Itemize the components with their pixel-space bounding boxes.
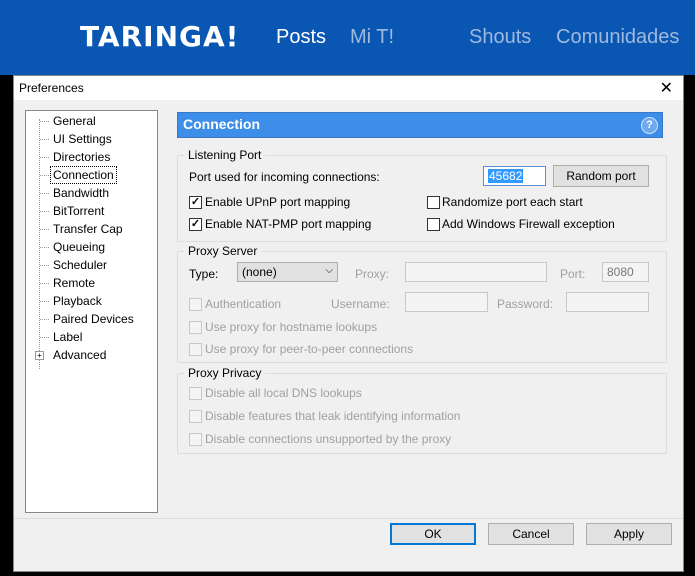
nav-comunidades[interactable]: Comunidades	[556, 26, 679, 49]
dialog-title: Preferences	[19, 81, 84, 95]
tree-item-paired-devices[interactable]: Paired Devices	[51, 311, 136, 327]
tree-item-transfer-cap[interactable]: Transfer Cap	[51, 221, 125, 237]
tree-item-queueing[interactable]: Queueing	[51, 239, 107, 255]
natpmp-label[interactable]: Enable NAT-PMP port mapping	[205, 217, 371, 231]
disable-leak-checkbox[interactable]	[189, 410, 202, 423]
proxy-privacy-group: Proxy Privacy Disable all local DNS look…	[177, 366, 667, 454]
preferences-tree: General UI Settings Directories Connecti…	[25, 110, 158, 513]
dialog-titlebar: Preferences ✕	[14, 76, 683, 100]
site-header: TARINGA! Posts Mi T! Shouts Comunidades	[0, 0, 695, 75]
username-label: Username:	[331, 297, 390, 311]
tree-item-advanced[interactable]: Advanced	[51, 347, 108, 363]
port-value: 45682	[488, 169, 524, 183]
tree-item-bandwidth[interactable]: Bandwidth	[51, 185, 111, 201]
authentication-checkbox[interactable]	[189, 298, 202, 311]
proxy-type-value: (none)	[242, 265, 277, 279]
panel-header: Connection ?	[177, 112, 663, 138]
listening-port-group: Listening Port Port used for incoming co…	[177, 148, 667, 242]
tree-item-ui-settings[interactable]: UI Settings	[51, 131, 114, 147]
upnp-label[interactable]: Enable UPnP port mapping	[205, 195, 350, 209]
tree-item-directories[interactable]: Directories	[51, 149, 112, 165]
firewall-checkbox[interactable]	[427, 218, 440, 231]
preferences-dialog: Preferences ✕ General UI Settings Direct…	[13, 75, 684, 572]
port-input[interactable]: 45682	[483, 166, 546, 186]
natpmp-checkbox[interactable]: ✓	[189, 218, 202, 231]
proxy-port-input[interactable]: 8080	[602, 262, 649, 282]
disable-leak-label[interactable]: Disable features that leak identifying i…	[205, 409, 460, 423]
randomize-checkbox[interactable]	[427, 196, 440, 209]
nav-shouts[interactable]: Shouts	[469, 26, 531, 49]
proxy-port-label: Port:	[560, 267, 586, 281]
disable-unsupported-checkbox[interactable]	[189, 433, 202, 446]
tree-item-playback[interactable]: Playback	[51, 293, 104, 309]
authentication-label[interactable]: Authentication	[205, 297, 281, 311]
site-logo[interactable]: TARINGA!	[80, 20, 239, 53]
nav-posts[interactable]: Posts	[276, 26, 326, 49]
disable-unsupported-label[interactable]: Disable connections unsupported by the p…	[205, 432, 451, 446]
tree-item-general[interactable]: General	[51, 113, 98, 129]
tree-item-bittorrent[interactable]: BitTorrent	[51, 203, 106, 219]
tree-item-remote[interactable]: Remote	[51, 275, 97, 291]
port-label: Port used for incoming connections:	[189, 170, 380, 184]
proxy-server-title: Proxy Server	[184, 244, 262, 258]
proxy-type-label: Type:	[189, 267, 219, 281]
chevron-down-icon: ⌵	[325, 265, 333, 276]
listening-port-title: Listening Port	[184, 148, 266, 162]
disable-dns-label[interactable]: Disable all local DNS lookups	[205, 386, 362, 400]
password-label: Password:	[497, 297, 554, 311]
dialog-footer: OK Cancel Apply	[14, 518, 683, 571]
proxy-host-label: Proxy:	[355, 267, 390, 281]
firewall-label[interactable]: Add Windows Firewall exception	[442, 217, 615, 231]
username-input[interactable]	[405, 292, 488, 312]
upnp-checkbox[interactable]: ✓	[189, 196, 202, 209]
cancel-button[interactable]: Cancel	[488, 523, 574, 545]
password-input[interactable]	[566, 292, 649, 312]
tree-item-label[interactable]: Label	[51, 329, 84, 345]
proxy-type-select[interactable]: (none) ⌵	[237, 262, 338, 282]
p2p-connections-checkbox[interactable]	[189, 343, 202, 356]
hostname-lookups-label[interactable]: Use proxy for hostname lookups	[205, 320, 377, 334]
help-icon[interactable]: ?	[641, 117, 658, 134]
nav-mi-t[interactable]: Mi T!	[350, 26, 394, 49]
ok-button[interactable]: OK	[390, 523, 476, 545]
randomize-label[interactable]: Randomize port each start	[442, 195, 583, 209]
disable-dns-checkbox[interactable]	[189, 387, 202, 400]
proxy-privacy-title: Proxy Privacy	[184, 366, 266, 380]
random-port-button[interactable]: Random port	[553, 165, 649, 187]
p2p-connections-label[interactable]: Use proxy for peer-to-peer connections	[205, 342, 413, 356]
hostname-lookups-checkbox[interactable]	[189, 321, 202, 334]
expand-plus-icon[interactable]: +	[35, 351, 44, 360]
apply-button[interactable]: Apply	[586, 523, 672, 545]
tree-item-connection[interactable]: Connection	[50, 166, 117, 184]
proxy-server-group: Proxy Server Type: (none) ⌵ Proxy: Port:…	[177, 244, 667, 363]
tree-item-scheduler[interactable]: Scheduler	[51, 257, 109, 273]
panel-title: Connection	[183, 116, 260, 132]
close-icon[interactable]: ✕	[660, 78, 673, 98]
proxy-host-input[interactable]	[405, 262, 547, 282]
